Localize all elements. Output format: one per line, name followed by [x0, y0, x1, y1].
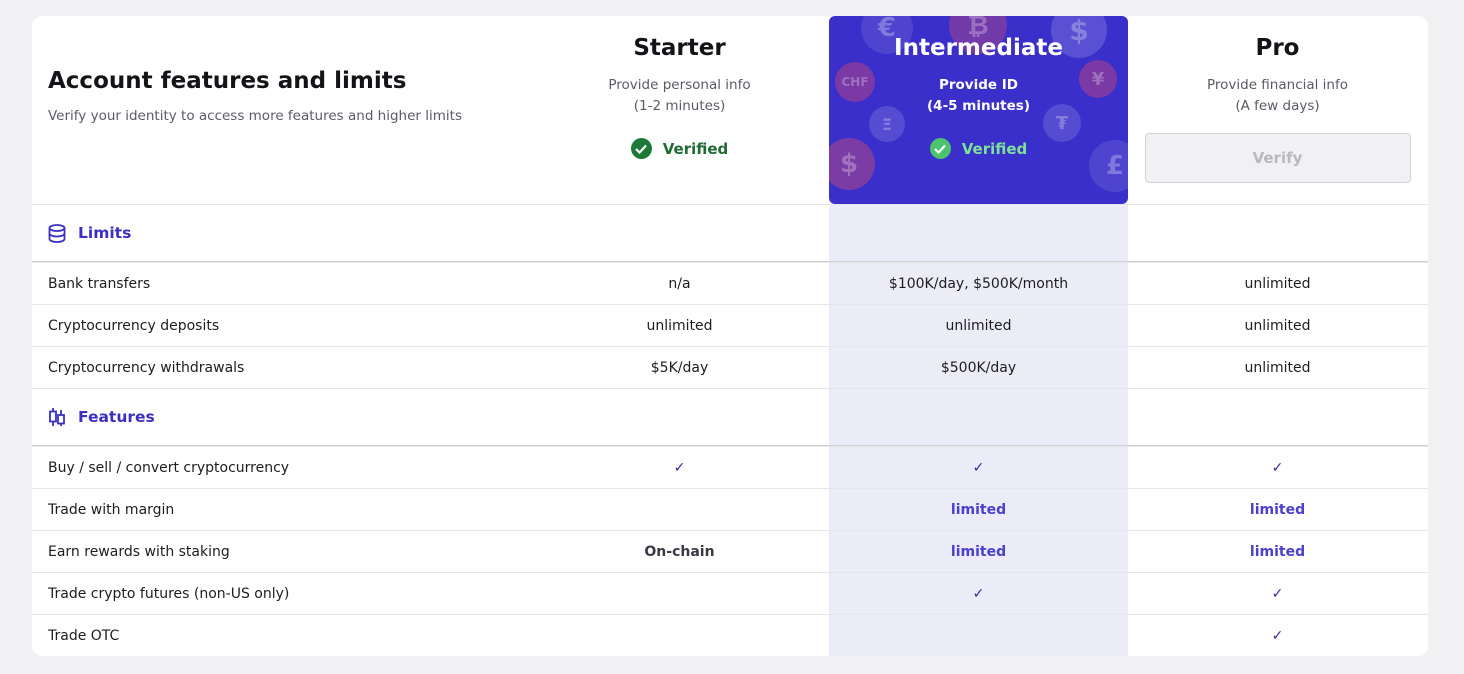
- intermediate-value: $100K/day, $500K/month: [888, 275, 1069, 292]
- section-header-limits: Limits: [32, 204, 1428, 262]
- tier-name: Pro: [1255, 35, 1300, 61]
- section-label: Limits: [78, 224, 132, 242]
- starter-value: On-chain: [644, 543, 715, 560]
- starter-value: $5K/day: [650, 359, 709, 376]
- limited-link[interactable]: limited: [1128, 531, 1427, 572]
- tier-pro: Pro Provide financial info (A few days) …: [1128, 16, 1427, 204]
- candlestick-icon: [48, 407, 66, 427]
- starter-value: [530, 489, 829, 530]
- table-row: Cryptocurrency withdrawals $5K/day $500K…: [32, 346, 1428, 388]
- row-label: Cryptocurrency deposits: [48, 317, 220, 334]
- tier-requirement-time: (1-2 minutes): [633, 98, 726, 114]
- check-icon: ✓: [1271, 459, 1284, 476]
- section-title: Features: [48, 389, 155, 445]
- tier-requirement: Provide financial info (A few days): [1128, 75, 1427, 117]
- tier-requirement-time: (A few days): [1235, 98, 1320, 114]
- section-title: Limits: [48, 205, 131, 261]
- verified-status: Verified: [530, 138, 829, 159]
- starter-value: [530, 573, 829, 614]
- features-card: € ₿ $ CHF ¥ Ξ ₮ $ £ Account features and…: [32, 16, 1428, 656]
- table-row: Earn rewards with staking On-chain limit…: [32, 530, 1428, 572]
- verified-label: Verified: [662, 139, 729, 158]
- tier-requirement-line: Provide personal info: [608, 77, 751, 93]
- tier-name: Intermediate: [894, 35, 1063, 61]
- verified-status: Verified: [829, 138, 1128, 159]
- row-label: Trade crypto futures (non-US only): [48, 585, 290, 602]
- pro-value: unlimited: [1244, 275, 1311, 292]
- intermediate-value: $500K/day: [940, 359, 1017, 376]
- table-row: Buy / sell / convert cryptocurrency ✓ ✓ …: [32, 446, 1428, 488]
- starter-value: [530, 615, 829, 656]
- check-icon: ✓: [1271, 627, 1284, 644]
- starter-value: unlimited: [646, 317, 713, 334]
- limited-link[interactable]: limited: [829, 531, 1128, 572]
- verified-label: Verified: [961, 139, 1028, 158]
- database-icon: [48, 223, 66, 243]
- intermediate-value: [829, 615, 1128, 656]
- row-label: Bank transfers: [48, 275, 151, 292]
- verify-button[interactable]: Verify: [1144, 133, 1411, 183]
- limited-link[interactable]: limited: [829, 489, 1128, 530]
- tier-name: Starter: [633, 35, 726, 61]
- tier-requirement-line: Provide financial info: [1206, 77, 1349, 93]
- starter-value: n/a: [668, 275, 691, 292]
- tier-intermediate: Intermediate Provide ID (4-5 minutes) Ve…: [829, 16, 1128, 204]
- intermediate-value: unlimited: [945, 317, 1012, 334]
- table-row: Trade with margin limited limited: [32, 488, 1428, 530]
- row-label: Cryptocurrency withdrawals: [48, 359, 245, 376]
- table-row: Trade crypto futures (non-US only) ✓ ✓: [32, 572, 1428, 614]
- tier-requirement: Provide personal info (1-2 minutes): [530, 75, 829, 117]
- row-label: Trade with margin: [48, 501, 175, 518]
- check-icon: ✓: [1271, 585, 1284, 602]
- table-row: Bank transfers n/a $100K/day, $500K/mont…: [32, 262, 1428, 304]
- check-icon: ✓: [673, 459, 686, 476]
- tier-requirement-line: Provide ID: [938, 77, 1018, 93]
- row-label: Trade OTC: [48, 627, 120, 644]
- page-header: Account features and limits Verify your …: [48, 68, 548, 124]
- check-icon: ✓: [972, 585, 985, 602]
- pro-value: unlimited: [1244, 317, 1311, 334]
- tier-requirement: Provide ID (4-5 minutes): [829, 75, 1128, 117]
- row-label: Buy / sell / convert cryptocurrency: [48, 459, 290, 476]
- limited-link[interactable]: limited: [1128, 489, 1427, 530]
- section-header-features: Features: [32, 388, 1428, 446]
- section-label: Features: [78, 408, 155, 426]
- row-label: Earn rewards with staking: [48, 543, 230, 560]
- table-row: Trade OTC ✓: [32, 614, 1428, 656]
- tier-starter: Starter Provide personal info (1-2 minut…: [530, 16, 829, 204]
- page-title: Account features and limits: [48, 68, 407, 94]
- pro-value: unlimited: [1244, 359, 1311, 376]
- check-circle-icon: [929, 138, 951, 159]
- table-row: Cryptocurrency deposits unlimited unlimi…: [32, 304, 1428, 346]
- tier-requirement-time: (4-5 minutes): [927, 98, 1030, 114]
- check-icon: ✓: [972, 459, 985, 476]
- check-circle-icon: [630, 138, 652, 159]
- page-subtitle: Verify your identity to access more feat…: [48, 108, 462, 124]
